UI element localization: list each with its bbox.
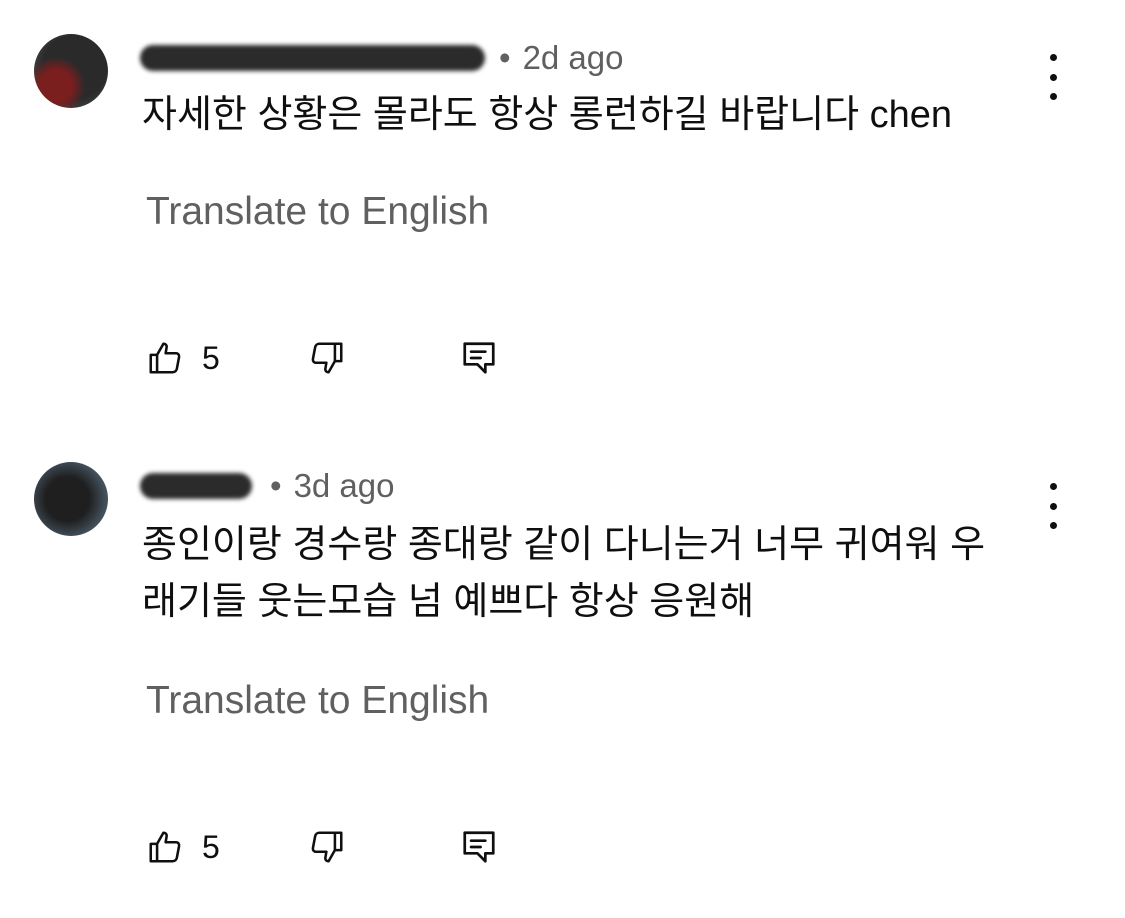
like-count: 5 [202, 828, 220, 865]
comment-time: 2d ago [522, 39, 624, 76]
reply-icon [460, 828, 498, 866]
avatar[interactable] [34, 462, 108, 536]
dislike-button[interactable] [308, 339, 346, 377]
comment-text: 자세한 상황은 몰라도 항상 롱런하길 바랍니다 chen [142, 94, 952, 136]
thumbs-down-icon [308, 828, 346, 866]
thumbs-down-icon [308, 339, 346, 377]
comment-actions: 5 [146, 337, 498, 379]
like-count: 5 [202, 339, 220, 376]
separator-dot: • [270, 467, 282, 504]
redacted-author-name [140, 473, 252, 499]
reply-button[interactable] [460, 339, 498, 377]
comment-meta: • 2d ago [140, 38, 624, 78]
redacted-author-name [140, 45, 485, 71]
thumbs-up-icon [146, 828, 184, 866]
comment-meta: • 3d ago [140, 466, 395, 506]
avatar[interactable] [34, 34, 108, 108]
comment-actions: 5 [146, 826, 498, 868]
translate-button[interactable]: Translate to English [146, 679, 489, 723]
more-vert-icon[interactable] [1040, 54, 1066, 100]
like-button[interactable]: 5 [146, 339, 220, 377]
like-button[interactable]: 5 [146, 828, 220, 866]
reply-button[interactable] [460, 828, 498, 866]
separator-dot: • [499, 39, 511, 76]
comment-time: 3d ago [293, 467, 395, 504]
more-vert-icon[interactable] [1040, 483, 1066, 529]
translate-button[interactable]: Translate to English [146, 190, 489, 234]
thumbs-up-icon [146, 339, 184, 377]
reply-icon [460, 339, 498, 377]
comment-text: 종인이랑 경수랑 종대랑 같이 다니는거 너무 귀여워 우 래기들 웃는모습 넘… [142, 524, 986, 623]
dislike-button[interactable] [308, 828, 346, 866]
